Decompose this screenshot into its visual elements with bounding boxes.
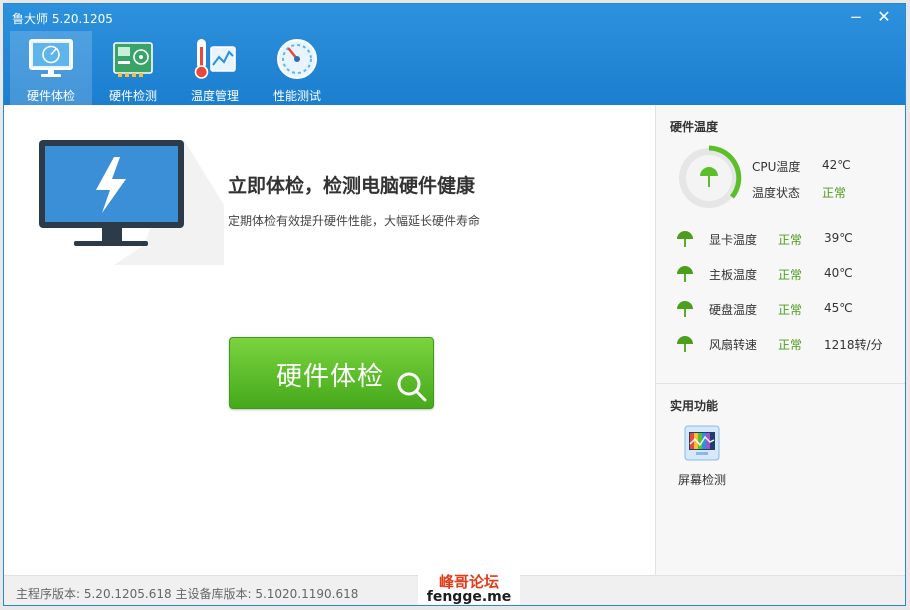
- tab-label: 硬件检测: [108, 89, 157, 103]
- cpu-temp-value: 42℃: [822, 158, 851, 172]
- sensor-value: 40℃: [824, 266, 853, 280]
- main-content: 立即体检，检测电脑硬件健康 定期体检有效提升硬件性能，大幅延长硬件寿命 硬件体检: [4, 105, 655, 575]
- minimize-button[interactable]: −: [843, 6, 869, 28]
- sensor-status: 正常: [778, 303, 803, 317]
- tools-title: 实用功能: [670, 399, 719, 413]
- sensor-row-fan: 风扇转速 正常 1218转/分: [676, 334, 901, 354]
- sensor-value: 1218转/分: [824, 338, 883, 352]
- app-window: 鲁大师 5.20.1205 − ✕ 硬件体检 硬件检测 温度管理 性能测试 立即…: [3, 3, 906, 606]
- title-bar: 鲁大师 5.20.1205 − ✕ 硬件体检 硬件检测 温度管理 性能测试: [4, 4, 905, 105]
- app-title: 鲁大师 5.20.1205: [12, 12, 113, 26]
- monitor-check-icon: [29, 39, 73, 77]
- tool-label: 屏幕检测: [677, 473, 726, 487]
- status-bar: 主程序版本: 5.20.1205.618 主设备库版本: 5.1020.1190…: [4, 568, 905, 605]
- cpu-temp-label: CPU温度: [752, 160, 801, 174]
- button-label: 硬件体检: [276, 362, 385, 392]
- speedometer-icon: [277, 39, 317, 79]
- page-headline: 立即体检，检测电脑硬件健康: [228, 175, 476, 197]
- watermark-line2: fengge.me: [426, 589, 512, 605]
- tab-hardware-checkup[interactable]: 硬件体检: [10, 31, 92, 105]
- sensor-row-motherboard: 主板温度 正常 40℃: [676, 264, 901, 284]
- umbrella-icon: [677, 336, 693, 352]
- sensor-name: 风扇转速: [709, 338, 758, 352]
- thermometer-icon: [194, 39, 236, 79]
- tab-label: 温度管理: [190, 89, 239, 103]
- tab-label: 硬件体检: [26, 89, 75, 103]
- sensor-name: 主板温度: [709, 268, 758, 282]
- sensor-value: 45℃: [824, 301, 853, 315]
- hardware-checkup-button[interactable]: 硬件体检: [229, 337, 434, 409]
- temp-status-label: 温度状态: [752, 186, 801, 200]
- sensor-value: 39℃: [824, 231, 853, 245]
- umbrella-icon: [677, 266, 693, 282]
- sensor-row-disk: 硬盘温度 正常 45℃: [676, 299, 901, 319]
- tab-performance[interactable]: 性能测试: [256, 31, 338, 105]
- tab-hardware-detect[interactable]: 硬件检测: [92, 31, 174, 105]
- close-button[interactable]: ✕: [871, 6, 897, 28]
- watermark-logo: 峰哥论坛 fengge.me: [418, 568, 520, 605]
- monitor-lightning-icon: [39, 140, 224, 265]
- screen-test-icon: [684, 425, 720, 461]
- sensor-name: 硬盘温度: [709, 303, 758, 317]
- umbrella-icon: [677, 301, 693, 317]
- temp-status-value: 正常: [822, 186, 847, 200]
- sensor-status: 正常: [778, 233, 803, 247]
- screen-test-tool[interactable]: 屏幕检测: [674, 425, 730, 491]
- cpu-temperature-gauge: [679, 145, 742, 208]
- sensor-status: 正常: [778, 268, 803, 282]
- sensor-row-gpu: 显卡温度 正常 39℃: [676, 229, 901, 249]
- tab-temperature[interactable]: 温度管理: [174, 31, 256, 105]
- sensor-status: 正常: [778, 338, 803, 352]
- hardware-temperature-title: 硬件温度: [670, 120, 719, 134]
- hardware-board-icon: [113, 42, 153, 77]
- version-info: 主程序版本: 5.20.1205.618 主设备库版本: 5.1020.1190…: [16, 587, 359, 601]
- panel-divider: [656, 383, 905, 384]
- tab-label: 性能测试: [272, 89, 321, 103]
- sensor-name: 显卡温度: [709, 233, 758, 247]
- page-subline: 定期体检有效提升硬件性能，大幅延长硬件寿命: [228, 214, 481, 228]
- magnifier-icon: [397, 372, 427, 402]
- umbrella-icon: [677, 231, 693, 247]
- side-panel: 硬件温度 CPU温度 42℃ 温度状态 正常 显卡温度 正常 39℃ 主板温度 …: [655, 105, 905, 575]
